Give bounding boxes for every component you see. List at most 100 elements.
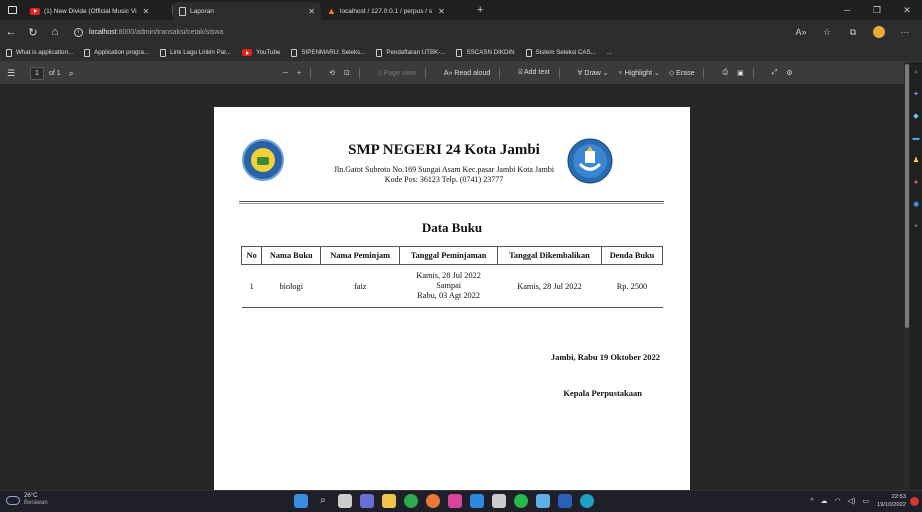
youtube-icon (242, 49, 253, 56)
refresh-icon[interactable]: ↻ (22, 26, 44, 39)
zoom-out-icon[interactable]: ─ (283, 70, 288, 77)
print-icon[interactable]: ⎙ (722, 69, 728, 77)
youtube-icon (30, 7, 40, 15)
copilot-icon[interactable]: ✦ (910, 84, 922, 106)
restore-icon[interactable]: ❐ (862, 0, 892, 20)
page-icon (160, 48, 167, 57)
signer-title: Kepala Perpustakaan (563, 388, 642, 398)
settings-icon[interactable]: ⚙ (786, 69, 792, 77)
read-aloud-button[interactable]: A» Read aloud (444, 70, 490, 77)
erase-button[interactable]: ◇ Erase (669, 69, 695, 77)
notepad-icon[interactable] (536, 494, 550, 508)
bookmark-item[interactable]: What is application... (6, 48, 73, 57)
task-view-icon[interactable] (338, 494, 352, 508)
weather-widget[interactable]: 26°C Berawan (6, 493, 48, 507)
page-view-button[interactable]: ▯ Page view (378, 69, 416, 77)
save-icon[interactable]: ▣ (737, 69, 744, 77)
bookmark-item[interactable]: YouTube (242, 49, 280, 56)
vscode-icon[interactable] (470, 494, 484, 508)
divider (558, 67, 560, 79)
outlook-icon[interactable]: ◉ (910, 194, 922, 216)
tab-actions-icon[interactable] (0, 0, 24, 20)
bookmarks-more[interactable]: ... (607, 49, 612, 56)
fit-page-icon[interactable]: ⊡ (344, 69, 350, 77)
bookmarks-bar: What is application... Application progr… (0, 44, 922, 62)
close-tab-icon[interactable]: ✕ (143, 7, 150, 16)
scrollbar-thumb[interactable] (905, 64, 909, 328)
profile-avatar[interactable] (873, 26, 885, 38)
bookmark-label: SIPENMARU: Seleks... (301, 49, 366, 56)
draw-button[interactable]: ∀ Draw ⌄ (578, 69, 609, 77)
zoom-in-icon[interactable]: + (297, 70, 301, 77)
chat-icon[interactable] (360, 494, 374, 508)
notification-badge[interactable] (910, 497, 919, 506)
bookmark-item[interactable]: SSCASN DIKDIN (456, 48, 515, 57)
divider (424, 67, 426, 79)
firefox-icon[interactable] (426, 494, 440, 508)
wifi-icon[interactable]: ◠ (835, 497, 841, 505)
file-explorer-icon[interactable] (382, 494, 396, 508)
minimize-icon[interactable]: ─ (832, 0, 862, 20)
cell-no: 1 (241, 264, 262, 308)
office-icon[interactable]: ● (910, 172, 922, 194)
close-tab-icon[interactable]: ✕ (438, 7, 445, 16)
bookmark-item[interactable]: Pendaftaran UTBK-... (376, 48, 445, 57)
terminal-icon[interactable] (492, 494, 506, 508)
tab-laporan[interactable]: Laporan ✕ (173, 2, 321, 20)
search-icon[interactable]: ⌕ (69, 68, 74, 79)
chevron-up-icon[interactable]: ^ (810, 498, 813, 505)
highlight-button[interactable]: ♆ Highlight ⌄ (618, 69, 660, 77)
rotate-icon[interactable]: ⟲ (329, 69, 335, 77)
system-tray: ^ ☁ ◠ ◁) ▭ 22:53 19/10/2022 (810, 493, 906, 509)
column-header: No (240, 246, 263, 265)
shopping-icon[interactable]: ◆ (910, 106, 922, 128)
search-icon[interactable]: ⌕ (316, 494, 330, 508)
collections-icon[interactable]: ⧉ (840, 27, 866, 38)
url-field[interactable]: i localhost :8000/admin/transaksi/cetak/… (74, 27, 223, 37)
bookmark-item[interactable]: Application progra... (84, 48, 149, 57)
time: 22:53 (891, 494, 906, 500)
site-info-icon[interactable]: i (74, 27, 83, 37)
battery-icon[interactable]: ▭ (862, 497, 869, 505)
word-icon[interactable] (558, 494, 572, 508)
games-icon[interactable]: ♟ (910, 150, 922, 172)
favorites-icon[interactable]: ☆ (814, 27, 840, 38)
store-icon[interactable] (448, 494, 462, 508)
read-aloud-icon[interactable]: A» (788, 27, 814, 37)
tools-icon[interactable]: ▬ (910, 128, 922, 150)
browser-tools: A» ☆ ⧉ ··· (788, 20, 918, 44)
bookmark-item[interactable]: Sistem Seleksi CAS... (525, 48, 596, 57)
more-icon[interactable]: ··· (892, 27, 918, 37)
bookmark-item[interactable]: Link Lagu Linkin Par... (160, 48, 231, 57)
clock[interactable]: 22:53 19/10/2022 (877, 493, 906, 509)
home-icon[interactable]: ⌂ (44, 26, 66, 38)
page-number-input[interactable]: 1 (30, 66, 44, 80)
whatsapp-icon[interactable] (514, 494, 528, 508)
close-tab-icon[interactable]: ✕ (308, 7, 315, 16)
page-icon (84, 48, 91, 57)
edge-icon[interactable] (580, 494, 594, 508)
back-icon[interactable]: ← (0, 26, 22, 38)
volume-icon[interactable]: ◁) (848, 497, 856, 505)
chrome-icon[interactable] (404, 494, 418, 508)
start-icon[interactable] (294, 494, 308, 508)
page-icon (456, 48, 463, 57)
add-text-button[interactable]: ⌸ Add text (518, 69, 549, 77)
url-host: localhost (89, 28, 117, 36)
draw-label: Draw (584, 70, 601, 77)
tab-phpmyadmin[interactable]: ▲ localhost / 127.0.0.1 / perpus / s ✕ (321, 2, 471, 20)
tab-youtube[interactable]: (1) New Divide (Official Music Vi ✕ (24, 2, 172, 20)
close-window-icon[interactable]: ✕ (892, 0, 922, 20)
bookmark-item[interactable]: SIPENMARU: Seleks... (291, 48, 366, 57)
add-icon[interactable]: + (910, 216, 922, 238)
pdf-viewer[interactable]: SMP NEGERI 24 Kota Jambi Jln.Gatot Subro… (0, 84, 904, 490)
tab-title: localhost / 127.0.0.1 / perpus / s (340, 7, 433, 15)
table-of-contents-icon[interactable]: ☰ (0, 68, 22, 79)
new-tab-icon[interactable]: + (477, 4, 483, 16)
column-header: Tanggal Dikembalikan (497, 246, 602, 265)
search-icon[interactable]: ⌕ (910, 62, 922, 84)
expand-icon[interactable]: ⤢ (772, 69, 778, 77)
pdf-page: SMP NEGERI 24 Kota Jambi Jln.Gatot Subro… (214, 107, 690, 490)
cloud-sync-icon[interactable]: ☁ (821, 497, 828, 505)
column-header: Nama Peminjam (320, 246, 401, 265)
